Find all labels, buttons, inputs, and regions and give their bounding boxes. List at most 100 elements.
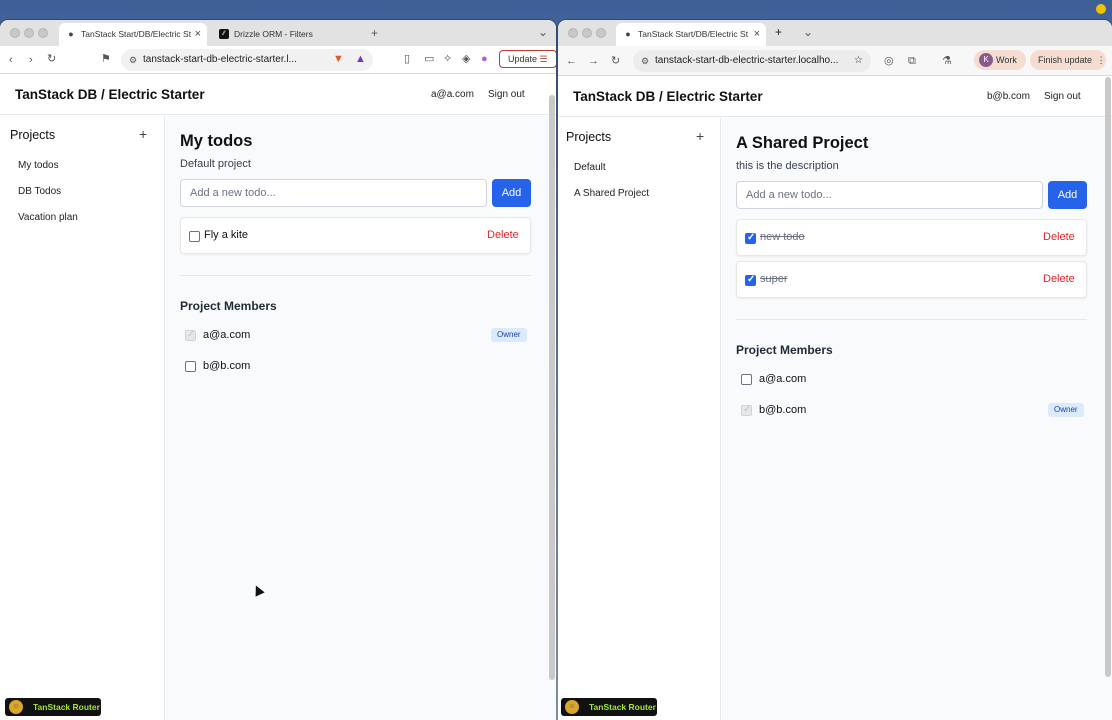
profile-button[interactable]: K Work xyxy=(974,50,1026,70)
site-info-icon[interactable]: ⚙ xyxy=(641,50,649,72)
member-checkbox[interactable] xyxy=(185,361,196,372)
globe-icon: ● xyxy=(68,29,74,39)
sidebar-item-vacation-plan[interactable]: Vacation plan xyxy=(18,212,78,223)
divider xyxy=(736,319,1087,320)
sign-out-button[interactable]: Sign out xyxy=(488,89,525,100)
add-project-button[interactable]: + xyxy=(696,128,704,144)
page-content: TanStack DB / Electric Starter a@a.com S… xyxy=(0,75,556,720)
todo-item: new todo Delete xyxy=(736,219,1087,256)
reload-icon[interactable]: ↻ xyxy=(47,52,56,66)
tab-tanstack[interactable]: ● TanStack Start/DB/Electric St × xyxy=(616,23,766,46)
todo-item: Fly a kite Delete xyxy=(180,217,531,254)
back-icon[interactable]: ‹ xyxy=(9,53,13,67)
new-tab-button[interactable]: + xyxy=(775,25,782,39)
tab-menu-button[interactable]: ⌄ xyxy=(538,25,548,39)
add-project-button[interactable]: + xyxy=(139,126,147,142)
project-main: My todos Default project Add Fly a kite … xyxy=(166,116,556,720)
tab-strip: ● TanStack Start/DB/Electric St × ⁄⁄ Dri… xyxy=(0,20,556,46)
brave-rewards-icon[interactable]: ▲ xyxy=(355,52,366,66)
divider xyxy=(180,275,531,276)
devtools-label: TanStack Router xyxy=(589,702,656,712)
new-tab-button[interactable]: + xyxy=(371,26,378,40)
site-info-icon[interactable]: ⚙ xyxy=(129,49,137,71)
window-controls[interactable] xyxy=(10,28,60,38)
todo-text: super xyxy=(760,273,788,285)
owner-badge: Owner xyxy=(1048,403,1084,417)
url-text: tanstack-start-db-electric-starter.l... xyxy=(143,54,297,65)
tab-drizzle[interactable]: ⁄⁄ Drizzle ORM - Filters xyxy=(212,23,362,46)
back-icon[interactable]: ← xyxy=(566,54,577,68)
todo-checkbox[interactable] xyxy=(745,274,756,286)
address-bar[interactable]: ⚙ tanstack-start-db-electric-starter.loc… xyxy=(633,50,871,72)
member-email: b@b.com xyxy=(759,404,807,416)
projects-sidebar: Projects + My todos DB Todos Vacation pl… xyxy=(0,116,165,720)
todo-checkbox[interactable] xyxy=(189,231,200,242)
more-icon: ⋮ xyxy=(1096,55,1106,65)
drizzle-icon: ⁄⁄ xyxy=(219,29,229,39)
sidebar-item-my-todos[interactable]: My todos xyxy=(18,160,59,171)
add-todo-button[interactable]: Add xyxy=(1048,181,1087,209)
tanstack-router-devtools[interactable]: ☺ TanStack Router xyxy=(5,698,101,716)
profile-label: Work xyxy=(996,55,1017,65)
new-todo-input[interactable] xyxy=(180,179,487,207)
project-main: A Shared Project this is the description… xyxy=(722,118,1112,720)
projects-sidebar: Projects + Default A Shared Project ☺ Ta… xyxy=(558,118,721,720)
update-button[interactable]: Update ☰ xyxy=(499,50,556,68)
member-checkbox[interactable] xyxy=(741,374,752,385)
project-description: Default project xyxy=(180,158,251,170)
tab-title: Drizzle ORM - Filters xyxy=(234,29,313,39)
vpn-icon[interactable]: ◈ xyxy=(462,52,470,66)
labs-icon[interactable]: ⚗ xyxy=(942,54,952,68)
url-text: tanstack-start-db-electric-starter.local… xyxy=(655,55,839,66)
page-scrollbar[interactable] xyxy=(1105,77,1111,677)
forward-icon[interactable]: → xyxy=(588,54,599,68)
reload-icon[interactable]: ↻ xyxy=(611,54,620,68)
puzzle-icon[interactable]: ⧉ xyxy=(908,54,916,68)
profile-icon[interactable]: ● xyxy=(481,52,488,66)
finish-update-button[interactable]: Finish update ⋮ xyxy=(1030,50,1106,70)
add-todo-button[interactable]: Add xyxy=(492,179,531,207)
tab-menu-button[interactable]: ⌄ xyxy=(803,25,813,39)
sidebar-item-shared-project[interactable]: A Shared Project xyxy=(574,188,649,199)
tab-title: TanStack Start/DB/Electric St xyxy=(638,29,749,39)
sign-out-button[interactable]: Sign out xyxy=(1044,91,1081,102)
member-email: a@a.com xyxy=(203,329,251,341)
page-scrollbar[interactable] xyxy=(549,95,555,680)
leo-icon[interactable]: ✧ xyxy=(443,52,452,66)
sidebar-title: Projects xyxy=(10,128,56,142)
members-title: Project Members xyxy=(736,343,833,357)
app-title[interactable]: TanStack DB / Electric Starter xyxy=(573,89,763,104)
window-controls[interactable] xyxy=(568,28,618,38)
todo-checkbox[interactable] xyxy=(745,232,756,244)
new-todo-input[interactable] xyxy=(736,181,1043,209)
member-row: b@b.com xyxy=(180,356,531,376)
close-icon[interactable]: × xyxy=(754,23,760,46)
tanstack-router-devtools[interactable]: ☺ TanStack Router xyxy=(561,698,657,716)
brave-shield-icon[interactable]: ▼ xyxy=(333,52,344,66)
tab-title: TanStack Start/DB/Electric St xyxy=(81,29,192,39)
member-checkbox xyxy=(741,404,752,416)
sidebar-item-db-todos[interactable]: DB Todos xyxy=(18,186,61,197)
menu-icon: ☰ xyxy=(539,54,548,64)
sidebar-icon[interactable]: ▯ xyxy=(404,52,410,66)
todo-text: new todo xyxy=(760,231,805,243)
wallet-icon[interactable]: ▭ xyxy=(424,52,434,66)
close-icon[interactable]: × xyxy=(195,23,201,46)
member-row: b@b.com Owner xyxy=(736,400,1087,420)
delete-todo-button[interactable]: Delete xyxy=(1043,231,1075,243)
tanstack-logo-icon: ☺ xyxy=(9,700,23,714)
tab-tanstack[interactable]: ● TanStack Start/DB/Electric St × xyxy=(59,23,207,46)
app-title[interactable]: TanStack DB / Electric Starter xyxy=(15,87,205,102)
menubar-status-icon[interactable] xyxy=(1096,4,1106,14)
tab-strip: ● TanStack Start/DB/Electric St × + ⌄ xyxy=(558,20,1112,46)
delete-todo-button[interactable]: Delete xyxy=(1043,273,1075,285)
forward-icon[interactable]: › xyxy=(29,53,33,67)
extension-icon[interactable]: ◎ xyxy=(884,54,894,68)
delete-todo-button[interactable]: Delete xyxy=(487,229,519,241)
browser-window-left: ● TanStack Start/DB/Electric St × ⁄⁄ Dri… xyxy=(0,20,556,720)
star-icon[interactable]: ☆ xyxy=(854,50,863,72)
browser-window-right: ● TanStack Start/DB/Electric St × + ⌄ ← … xyxy=(558,20,1112,720)
sidebar-item-default[interactable]: Default xyxy=(574,162,606,173)
bookmark-icon[interactable]: ⚑ xyxy=(101,52,111,66)
profile-avatar: K xyxy=(979,53,993,67)
